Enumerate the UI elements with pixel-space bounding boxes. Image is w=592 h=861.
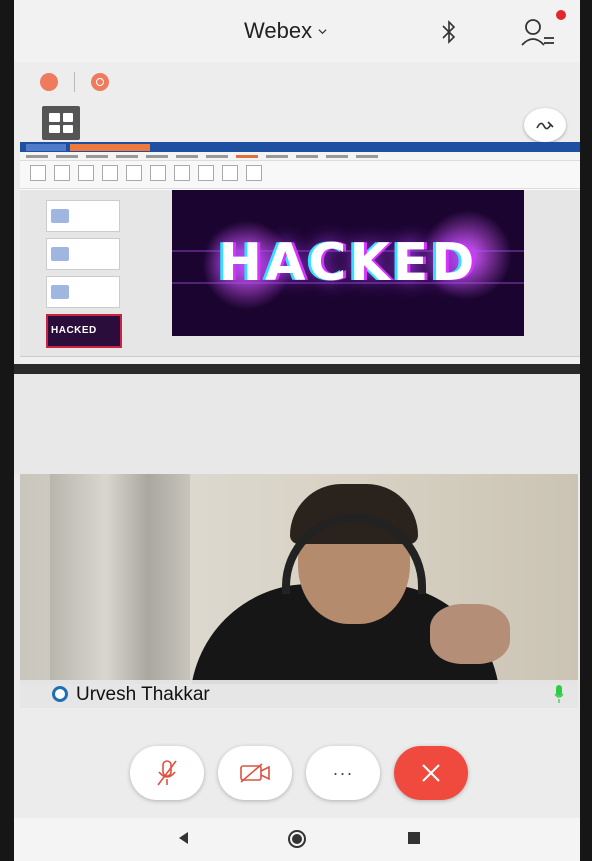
presentation-body: HACKED HACKED: [20, 190, 580, 356]
badge-divider: [74, 72, 75, 92]
more-options-button[interactable]: ···: [306, 746, 380, 800]
webex-app-screen: Webex HACKED HACKED Urvesh Thakkar ···: [14, 0, 580, 861]
top-bar: Webex: [14, 0, 580, 62]
pane-divider: [14, 364, 580, 374]
mute-mic-icon: [157, 760, 177, 786]
end-call-button[interactable]: [394, 746, 468, 800]
mic-active-icon: [554, 685, 564, 703]
notification-dot: [556, 10, 566, 20]
user-settings-icon[interactable]: [520, 16, 556, 48]
bluetooth-icon[interactable]: [438, 18, 460, 46]
status-badge-icon: [91, 73, 109, 91]
thumbnail-text: HACKED: [51, 325, 97, 336]
annotate-pen-icon: [536, 121, 554, 130]
nav-back-icon[interactable]: [174, 828, 194, 848]
video-off-icon: [240, 763, 270, 783]
current-slide: HACKED: [172, 190, 524, 336]
screen-border-right: [580, 0, 592, 861]
status-badge-icon: [40, 73, 58, 91]
video-area-background: [14, 374, 580, 474]
app-title: Webex: [244, 18, 313, 43]
video-toggle-button[interactable]: [218, 746, 292, 800]
slide-thumbnail: [46, 238, 120, 270]
call-controls-area: [14, 708, 580, 818]
presentation-tab-strip: [20, 142, 580, 152]
nav-home-icon[interactable]: [286, 828, 308, 850]
annotate-pen-button[interactable]: [524, 108, 566, 142]
shared-presentation: HACKED HACKED: [20, 142, 580, 364]
mute-button[interactable]: [130, 746, 204, 800]
participant-name: Urvesh Thakkar: [76, 684, 210, 705]
nav-recents-icon[interactable]: [404, 828, 424, 848]
chevron-down-icon: [318, 28, 327, 34]
mini-status-badges: [40, 72, 109, 92]
grid-layout-icon[interactable]: [42, 106, 80, 140]
slide-thumbnail: [46, 200, 120, 232]
presentation-menu: [20, 152, 580, 161]
background-curtain: [50, 474, 190, 684]
slide-thumbnails: HACKED: [30, 196, 122, 356]
slide-thumbnail-active: HACKED: [46, 314, 122, 348]
end-call-icon: [422, 764, 440, 782]
participant-status-icon: [52, 686, 68, 702]
more-icon: ···: [332, 762, 354, 783]
meeting-title-dropdown[interactable]: Webex: [244, 18, 327, 44]
slide-thumbnail: [46, 276, 120, 308]
presentation-status-bar: [20, 356, 580, 364]
participant-video: [20, 474, 578, 684]
presentation-ribbon: [20, 161, 580, 189]
slide-headline: HACKED: [218, 233, 478, 293]
screen-border-left: [0, 0, 14, 861]
